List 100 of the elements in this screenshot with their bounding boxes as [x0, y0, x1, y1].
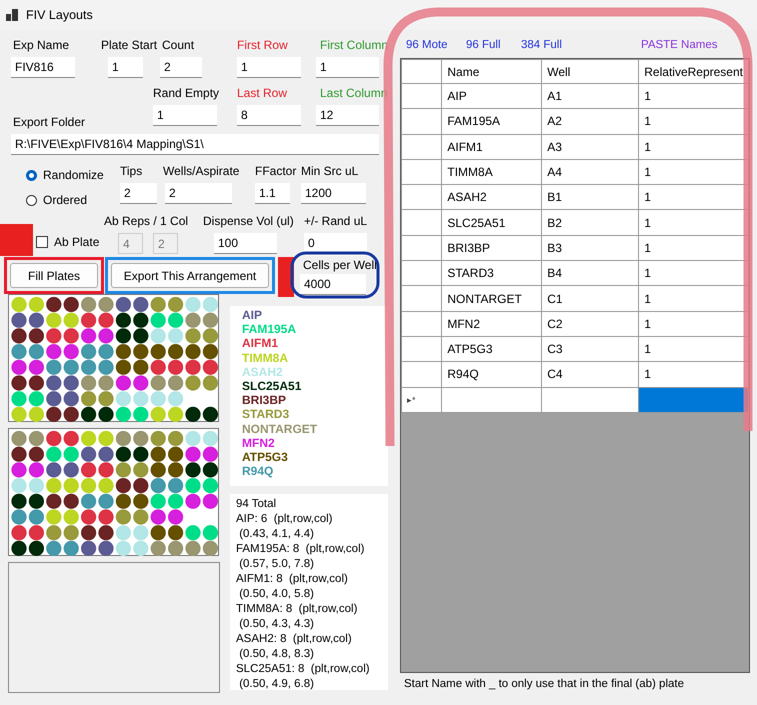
input-field[interactable]: 100 [214, 233, 277, 254]
stats-line: (0.50, 4.0, 5.8) [238, 587, 315, 602]
app-icon [6, 9, 18, 21]
radio-button[interactable] [26, 170, 37, 180]
row-header[interactable] [402, 362, 442, 388]
input-field[interactable]: 2 [120, 183, 157, 204]
row-header[interactable] [402, 286, 442, 312]
row-header[interactable] [402, 336, 442, 362]
table-cell[interactable]: A3 [542, 134, 639, 160]
legend-entry: SLC25A51 [242, 379, 302, 394]
row-header[interactable] [402, 210, 442, 236]
table-cell[interactable]: ATP5G3 [442, 336, 542, 362]
field-label: Plate Start [101, 37, 158, 53]
table-cell[interactable]: STARD3 [442, 260, 542, 286]
stats-line: AIP: 6 (plt,row,col) [236, 512, 334, 527]
field-label: Dispense Vol (ul) [203, 213, 295, 229]
input-field[interactable]: 8 [237, 105, 301, 126]
input-field[interactable]: 1 [316, 57, 379, 78]
table-cell[interactable]: TIMM8A [442, 159, 542, 185]
field-label: Min Src uL [301, 163, 360, 179]
column-header[interactable]: Name [442, 60, 542, 84]
table-cell[interactable]: B3 [542, 235, 639, 261]
checkbox-label: Ab Plate [54, 235, 100, 249]
field-label: Cells per Well [302, 257, 377, 273]
stats-line: (0.50, 4.9, 6.8) [238, 677, 315, 690]
row-header[interactable] [402, 311, 442, 336]
legend-entry: NONTARGET [242, 422, 318, 436]
row-header[interactable] [402, 134, 442, 160]
table-cell[interactable]: FAM195A [442, 108, 542, 134]
table-cell[interactable]: A2 [542, 108, 639, 134]
hint-text: Start Name with _ to only use that in the final (ab) plate [403, 677, 685, 692]
table-cell[interactable] [442, 387, 542, 412]
stats-line: 94 Total [236, 497, 278, 512]
checkbox[interactable] [36, 236, 48, 248]
input-field[interactable]: 2 [165, 183, 232, 204]
field-label: Count [161, 37, 196, 53]
legend-entry: TIMM8A [242, 350, 289, 365]
table-cell[interactable]: MFN2 [442, 311, 542, 336]
table-cell[interactable]: R94Q [442, 362, 542, 388]
window-title: FIV Layouts [26, 8, 93, 22]
table-cell[interactable]: A4 [542, 159, 639, 185]
stats-line: ASAH2: 8 (plt,row,col) [236, 632, 353, 647]
input-field[interactable]: 1.1 [255, 183, 290, 204]
input-field[interactable]: 1 [153, 105, 217, 126]
stats-line: FAM195A: 8 (plt,row,col) [236, 542, 366, 557]
legend-entry: MFN2 [242, 436, 276, 450]
input-field[interactable]: 0 [304, 233, 367, 254]
legend-entry: AIFM1 [242, 336, 279, 351]
table-cell[interactable]: NONTARGET [442, 286, 542, 312]
table-cell[interactable]: C1 [542, 286, 639, 312]
table-cell[interactable]: AIFM1 [442, 134, 542, 160]
table-cell[interactable]: C3 [542, 336, 639, 362]
folder-field[interactable]: R:\FIVE\Exp\FIV816\4 Mapping\S1\ [11, 134, 379, 155]
row-header[interactable] [402, 235, 442, 261]
legend-entry: FAM195A [242, 322, 298, 336]
legend-entry: AIP [242, 308, 264, 322]
field-label: Wells/Aspirate [163, 163, 240, 179]
input-field[interactable]: 1200 [301, 183, 366, 204]
radio-label: Ordered [43, 193, 88, 207]
table-cell[interactable]: C2 [542, 311, 639, 336]
legend-entry: ATP5G3 [242, 450, 289, 464]
row-header[interactable] [402, 184, 442, 210]
field-label: Rand Empty [153, 85, 220, 101]
table-cell[interactable]: A1 [542, 84, 639, 109]
input-field[interactable]: 2 [160, 57, 202, 78]
table-cell[interactable]: B2 [542, 210, 639, 236]
row-header[interactable] [402, 260, 442, 286]
field-label: Last Row [237, 85, 288, 101]
table-cell[interactable]: SLC25A51 [442, 210, 542, 236]
input-field[interactable]: FIV816 [11, 57, 75, 78]
link[interactable]: 384 Full [521, 39, 641, 51]
row-header[interactable] [402, 84, 442, 109]
row-header[interactable] [402, 159, 442, 185]
input-field[interactable]: 4000 [300, 274, 366, 295]
input-field[interactable]: 1 [108, 57, 143, 78]
table-cell[interactable]: BRI3BP [442, 235, 542, 261]
action-button[interactable]: Export This Arrangement [111, 263, 269, 288]
new-row-marker[interactable]: ▸* [402, 387, 442, 412]
table-cell[interactable]: B4 [542, 260, 639, 286]
stats-line: TIMM8A: 8 (plt,row,col) [236, 602, 358, 617]
input-field[interactable]: 1 [237, 57, 301, 78]
table-cell[interactable]: ASAH2 [442, 184, 542, 210]
link[interactable]: PASTE Names [641, 39, 718, 51]
link[interactable]: 96 Full [466, 39, 521, 51]
column-header[interactable]: Well [542, 60, 639, 84]
radio-label: Randomize [43, 168, 104, 182]
input-field[interactable]: 12 [316, 105, 379, 126]
table-cell[interactable]: B1 [542, 184, 639, 210]
field-label: First Row [237, 37, 289, 53]
field-label: Last Column [319, 85, 386, 101]
radio-button[interactable] [26, 194, 37, 206]
table-cell[interactable] [542, 387, 639, 412]
table-cell[interactable]: C4 [542, 362, 639, 388]
legend-entry: R94Q [242, 464, 274, 478]
table-cell[interactable]: AIP [442, 84, 542, 109]
action-button[interactable]: Fill Plates [10, 263, 98, 288]
legend-entry: STARD3 [242, 407, 290, 422]
legend-entry: BRI3BP [242, 393, 288, 408]
link[interactable]: 96 Mote [406, 39, 466, 51]
row-header[interactable] [402, 108, 442, 134]
